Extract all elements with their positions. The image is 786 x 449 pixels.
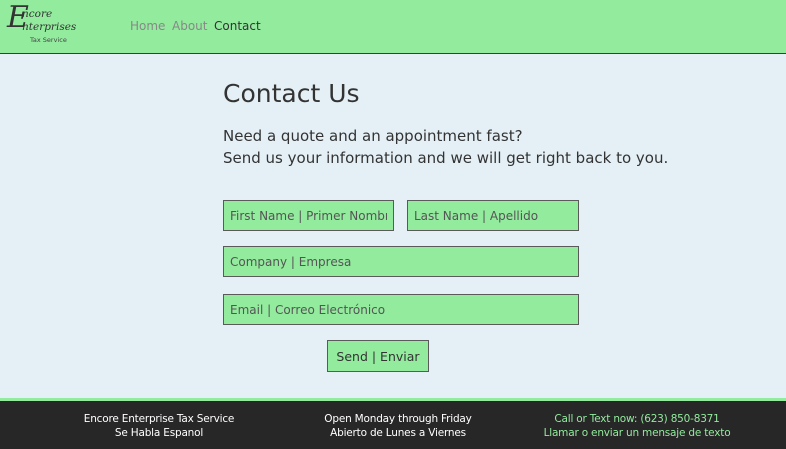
intro-line-2: Send us your information and we will get…	[223, 149, 669, 167]
send-button[interactable]: Send | Enviar	[327, 340, 429, 372]
brand-logo[interactable]: E ncore nterprises Tax Service	[7, 3, 87, 49]
company-input[interactable]	[223, 246, 579, 277]
nav-home-link[interactable]: Home	[130, 19, 165, 33]
footer-hours-spanish: Abierto de Lunes a Viernes	[330, 427, 466, 439]
footer-language-note: Se Habla Espanol	[114, 427, 204, 439]
footer: Encore Enterprise Tax Service Se Habla E…	[0, 398, 786, 449]
footer-phone[interactable]: Call or Text now: (623) 850-8371 Llamar …	[522, 412, 752, 440]
footer-hours: Open Monday through Friday Abierto de Lu…	[283, 412, 513, 440]
footer-phone-spanish[interactable]: Llamar o enviar un mensaje de texto	[522, 426, 752, 440]
last-name-input[interactable]	[407, 200, 579, 231]
footer-business-name: Encore Enterprise Tax Service	[83, 413, 235, 425]
email-input[interactable]	[223, 294, 579, 325]
nav-contact-link[interactable]: Contact	[214, 19, 261, 33]
navbar: E ncore nterprises Tax Service Home Abou…	[0, 0, 786, 54]
page-title: Contact Us	[223, 79, 360, 108]
intro-line-1: Need a quote and an appointment fast?	[223, 127, 523, 145]
logo-tagline: Tax Service	[30, 36, 67, 44]
logo-line-1: ncore	[22, 8, 53, 20]
first-name-input[interactable]	[223, 200, 394, 231]
footer-business-info: Encore Enterprise Tax Service Se Habla E…	[44, 412, 274, 440]
logo-line-2: nterprises	[22, 21, 77, 33]
footer-phone-english[interactable]: Call or Text now: (623) 850-8371	[522, 412, 752, 426]
footer-hours-english: Open Monday through Friday	[324, 413, 472, 425]
nav-about-link[interactable]: About	[172, 19, 207, 33]
